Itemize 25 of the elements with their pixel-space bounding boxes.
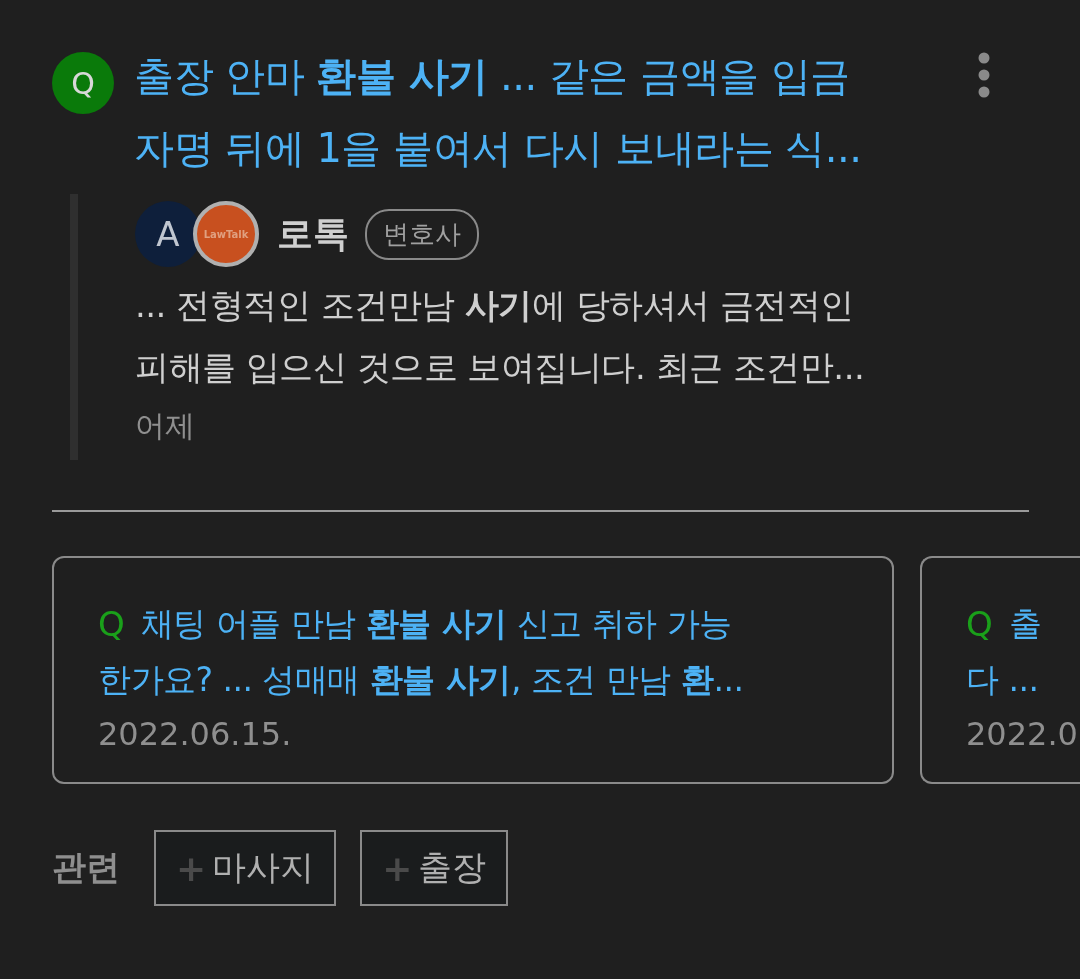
related-tag-button[interactable]: + 출장: [360, 830, 509, 906]
related-question-text: 채팅 어플 만남 환불 사기 신고 취하 가능: [140, 602, 732, 645]
question-mark-label: Q: [98, 604, 125, 644]
related-question-text: 출: [1008, 602, 1042, 645]
related-tag-button[interactable]: + 마사지: [154, 830, 337, 906]
related-question-card[interactable]: Q 채팅 어플 만남 환불 사기 신고 취하 가능 한가요? ... 성매매 환불 사기, 조건 만남 환... 2022.06.15.: [52, 556, 894, 784]
answer-time: 어제: [135, 407, 196, 445]
plus-icon: +: [382, 847, 413, 889]
logo-avatar: LawTalk: [193, 201, 259, 267]
related-label: 관련: [52, 846, 120, 889]
question-badge: Q: [52, 52, 114, 114]
question-title-line[interactable]: 자명 뒤에 1을 붙여서 다시 보내라는 식...: [134, 112, 974, 184]
role-tag: 변호사: [365, 208, 479, 260]
more-options-icon[interactable]: [978, 52, 990, 98]
question-title-line[interactable]: 출장 안마 환불 사기 ... 같은 금액을 입금: [134, 40, 974, 112]
plus-icon: +: [176, 847, 207, 889]
related-question-text: 한가요? ... 성매매 환불 사기, 조건 만남 환...: [98, 658, 744, 701]
related-question-card[interactable]: Q 출 다 ... 2022.0: [920, 556, 1080, 784]
question-date: 2022.0: [966, 714, 1079, 755]
author-name: 로톡: [277, 211, 349, 256]
related-question-text: 다 ...: [966, 658, 1039, 701]
question-date: 2022.06.15.: [98, 714, 293, 755]
answer-snippet-line: 피해를 입으신 것으로 보여집니다. 최근 조건만...: [135, 346, 865, 389]
answer-snippet-line: ... 전형적인 조건만남 사기에 당하셔서 금전적인: [135, 284, 855, 327]
question-mark-label: Q: [966, 604, 993, 644]
